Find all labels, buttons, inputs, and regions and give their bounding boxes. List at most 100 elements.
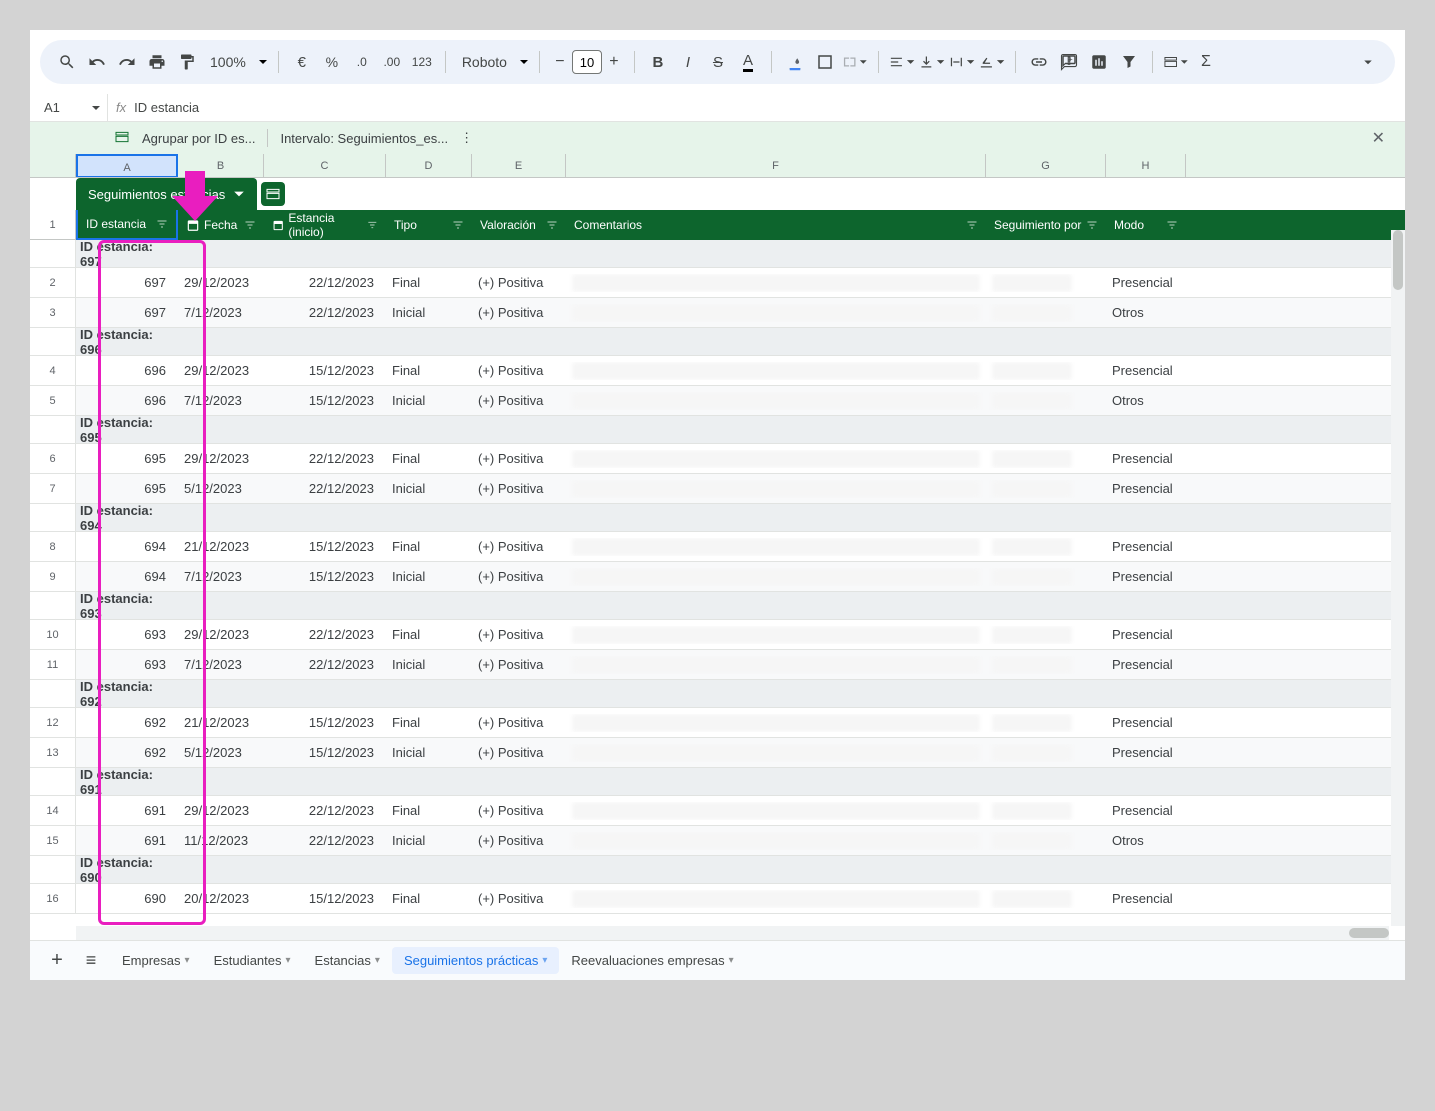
strikethrough-icon[interactable]: S xyxy=(705,49,731,75)
cell-inicio[interactable]: 15/12/2023 xyxy=(264,715,386,730)
table-row[interactable]: 1669020/12/202315/12/2023Final(+) Positi… xyxy=(30,884,1405,914)
cell-id[interactable]: 690 xyxy=(76,891,178,906)
col-header-G[interactable]: G xyxy=(986,154,1106,177)
cell-seguimiento[interactable] xyxy=(986,832,1106,850)
cell-modo[interactable]: Otros xyxy=(1106,833,1186,848)
cell-modo[interactable]: Presencial xyxy=(1106,627,1186,642)
cell-valoracion[interactable]: (+) Positiva xyxy=(472,657,566,672)
formula-input[interactable]: ID estancia xyxy=(134,100,199,115)
cell-comentarios[interactable] xyxy=(566,656,986,674)
cell-valoracion[interactable]: (+) Positiva xyxy=(472,833,566,848)
cell-modo[interactable]: Presencial xyxy=(1106,481,1186,496)
row-number[interactable]: 7 xyxy=(30,474,76,503)
chart-icon[interactable] xyxy=(1086,49,1112,75)
row-number[interactable]: 8 xyxy=(30,532,76,561)
cell-seguimiento[interactable] xyxy=(986,538,1106,556)
cell-inicio[interactable]: 22/12/2023 xyxy=(264,657,386,672)
row-number[interactable] xyxy=(30,328,76,355)
cell-inicio[interactable]: 22/12/2023 xyxy=(264,627,386,642)
cell-id[interactable]: 696 xyxy=(76,393,178,408)
row-number[interactable]: 4 xyxy=(30,356,76,385)
header-modo[interactable]: Modo xyxy=(1106,210,1186,240)
sheet-tab[interactable]: Seguimientos prácticas ▾ xyxy=(392,947,559,974)
cell-seguimiento[interactable] xyxy=(986,362,1106,380)
cell-seguimiento[interactable] xyxy=(986,568,1106,586)
halign-icon[interactable] xyxy=(889,49,915,75)
cell-tipo[interactable]: Inicial xyxy=(386,569,472,584)
increase-decimal-icon[interactable]: .00 xyxy=(379,49,405,75)
wrap-icon[interactable] xyxy=(949,49,975,75)
cell-fecha[interactable]: 29/12/2023 xyxy=(178,803,264,818)
valign-icon[interactable] xyxy=(919,49,945,75)
font-size-input[interactable] xyxy=(572,50,602,74)
table-row[interactable]: 76955/12/202322/12/2023Inicial(+) Positi… xyxy=(30,474,1405,504)
row-number[interactable]: 3 xyxy=(30,298,76,327)
cell-fecha[interactable]: 29/12/2023 xyxy=(178,451,264,466)
cell-seguimiento[interactable] xyxy=(986,450,1106,468)
group-header-row[interactable]: ID estancia: 690 xyxy=(30,856,1405,884)
chevron-down-icon[interactable]: ▾ xyxy=(375,955,380,966)
cell-reference[interactable]: A1 xyxy=(38,94,108,121)
header-comentarios[interactable]: Comentarios xyxy=(566,210,986,240)
cell-modo[interactable]: Presencial xyxy=(1106,569,1186,584)
cell-inicio[interactable]: 15/12/2023 xyxy=(264,363,386,378)
cell-comentarios[interactable] xyxy=(566,392,986,410)
connected-sheet-tab[interactable]: Seguimientos estancias xyxy=(76,178,257,210)
cell-tipo[interactable]: Inicial xyxy=(386,833,472,848)
table-view-icon[interactable] xyxy=(1163,49,1189,75)
select-all-corner[interactable] xyxy=(30,154,76,177)
cell-seguimiento[interactable] xyxy=(986,714,1106,732)
currency-icon[interactable]: € xyxy=(289,49,315,75)
cell-tipo[interactable]: Final xyxy=(386,891,472,906)
cell-fecha[interactable]: 11/12/2023 xyxy=(178,833,264,848)
cell-fecha[interactable]: 5/12/2023 xyxy=(178,745,264,760)
cell-fecha[interactable]: 29/12/2023 xyxy=(178,275,264,290)
cell-modo[interactable]: Otros xyxy=(1106,305,1186,320)
merge-cells-icon[interactable] xyxy=(842,49,868,75)
cell-seguimiento[interactable] xyxy=(986,304,1106,322)
italic-icon[interactable]: I xyxy=(675,49,701,75)
cell-modo[interactable]: Presencial xyxy=(1106,363,1186,378)
text-color-icon[interactable]: A xyxy=(735,49,761,75)
header-seguimiento-por[interactable]: Seguimiento por xyxy=(986,210,1106,240)
cell-valoracion[interactable]: (+) Positiva xyxy=(472,363,566,378)
cell-modo[interactable]: Presencial xyxy=(1106,803,1186,818)
close-icon[interactable]: ✕ xyxy=(1364,124,1393,152)
chevron-down-icon[interactable]: ▾ xyxy=(286,955,291,966)
cell-inicio[interactable]: 22/12/2023 xyxy=(264,481,386,496)
row-number[interactable]: 15 xyxy=(30,826,76,855)
col-header-B[interactable]: B xyxy=(178,154,264,177)
cell-fecha[interactable]: 7/12/2023 xyxy=(178,393,264,408)
interval-label[interactable]: Intervalo: Seguimientos_es... xyxy=(280,131,448,146)
functions-icon[interactable]: Σ xyxy=(1193,49,1219,75)
row-header-1[interactable]: 1 xyxy=(30,210,76,240)
cell-comentarios[interactable] xyxy=(566,480,986,498)
rotate-icon[interactable] xyxy=(979,49,1005,75)
sheet-tab[interactable]: Estancias ▾ xyxy=(303,947,392,974)
cell-valoracion[interactable]: (+) Positiva xyxy=(472,803,566,818)
horizontal-scrollbar[interactable] xyxy=(76,926,1389,940)
cell-id[interactable]: 693 xyxy=(76,627,178,642)
cell-seguimiento[interactable] xyxy=(986,480,1106,498)
undo-icon[interactable] xyxy=(84,49,110,75)
zoom-dropdown[interactable]: 100% xyxy=(204,54,268,70)
cell-seguimiento[interactable] xyxy=(986,744,1106,762)
cell-tipo[interactable]: Final xyxy=(386,803,472,818)
table-row[interactable]: 56967/12/202315/12/2023Inicial(+) Positi… xyxy=(30,386,1405,416)
group-header-row[interactable]: ID estancia: 697 xyxy=(30,240,1405,268)
cell-comentarios[interactable] xyxy=(566,274,986,292)
all-sheets-icon[interactable]: ≡ xyxy=(76,946,106,976)
cell-valoracion[interactable]: (+) Positiva xyxy=(472,275,566,290)
cell-id[interactable]: 691 xyxy=(76,803,178,818)
cell-fecha[interactable]: 21/12/2023 xyxy=(178,539,264,554)
cell-id[interactable]: 697 xyxy=(76,275,178,290)
table-row[interactable]: 269729/12/202322/12/2023Final(+) Positiv… xyxy=(30,268,1405,298)
group-header-row[interactable]: ID estancia: 696 xyxy=(30,328,1405,356)
cell-inicio[interactable]: 15/12/2023 xyxy=(264,891,386,906)
col-header-D[interactable]: D xyxy=(386,154,472,177)
borders-icon[interactable] xyxy=(812,49,838,75)
cell-seguimiento[interactable] xyxy=(986,802,1106,820)
decrease-font-icon[interactable]: − xyxy=(550,52,570,72)
cell-comentarios[interactable] xyxy=(566,832,986,850)
cell-tipo[interactable]: Inicial xyxy=(386,305,472,320)
